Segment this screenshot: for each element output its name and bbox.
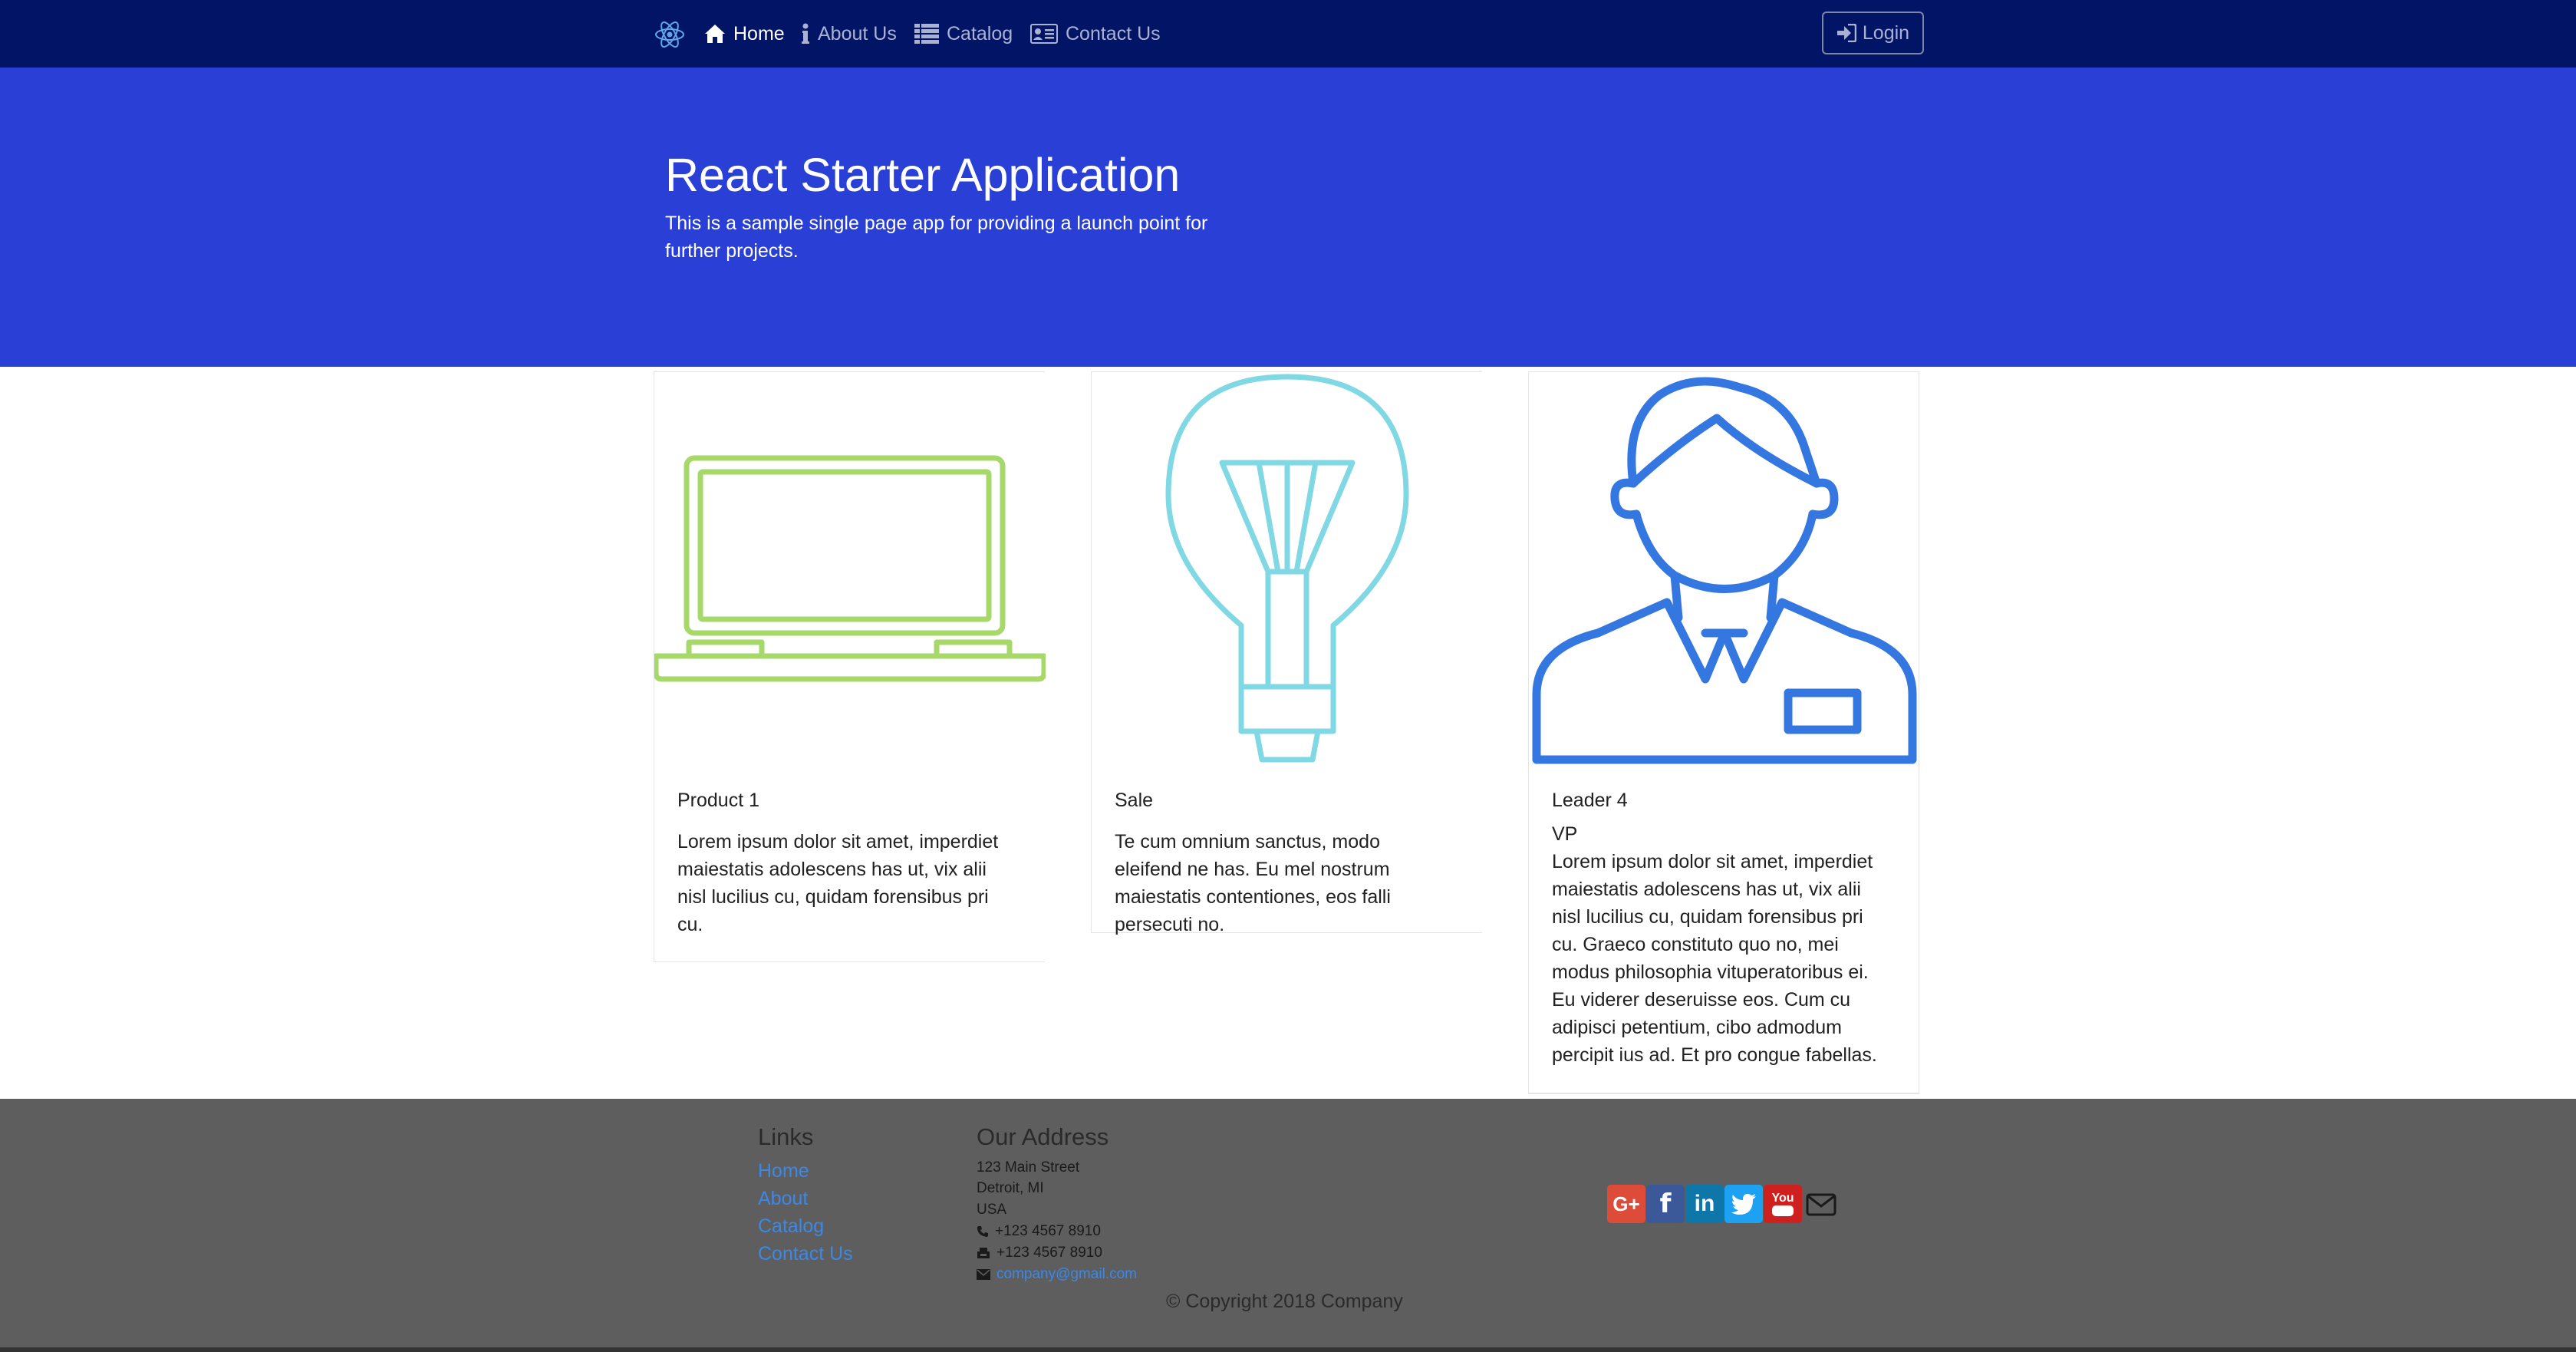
footer	[0, 1099, 2576, 1352]
card-text: Lorem ipsum dolor sit amet, imperdiet ma…	[677, 831, 999, 935]
login-button[interactable]: Login	[1822, 12, 1924, 54]
hero-banner: React Starter Application This is a samp…	[0, 68, 2576, 367]
nav-about-label: About Us	[818, 22, 897, 45]
card-leader: Leader 4 VP Lorem ipsum dolor sit amet, …	[1528, 371, 1919, 1094]
card-title: Sale	[1115, 790, 1154, 811]
nav-home-label: Home	[733, 22, 785, 45]
info-icon	[802, 23, 809, 44]
footer-link-catalog[interactable]: Catalog	[758, 1215, 824, 1238]
home-icon	[705, 25, 725, 43]
youtube-icon[interactable]: You	[1764, 1185, 1802, 1223]
card-sale: Sale Te cum omnium sanctus, modo eleifen…	[1091, 371, 1482, 935]
address-fax: +123 4567 8910	[977, 1245, 1102, 1261]
navbar: Home About Us Catalog Contact Us Login	[0, 0, 2576, 69]
footer-link-contact[interactable]: Contact Us	[758, 1243, 853, 1265]
address-city: Detroit, MI	[977, 1180, 1044, 1196]
envelope-icon	[977, 1269, 990, 1280]
youtube-tube-icon	[1772, 1205, 1794, 1216]
laptop-icon	[654, 455, 1046, 682]
hero-subtitle: This is a sample single page app for pro…	[665, 213, 1208, 262]
nav-contact[interactable]: Contact Us	[1030, 0, 1161, 68]
nav-home[interactable]: Home	[704, 0, 785, 68]
footer-links-heading: Links	[758, 1123, 814, 1150]
address-phone: +123 4567 8910	[977, 1223, 1101, 1240]
sign-in-icon	[1836, 24, 1856, 42]
hero-title: React Starter Application	[665, 149, 1181, 201]
google-plus-icon[interactable]: G+	[1607, 1185, 1645, 1223]
nav-about[interactable]: About Us	[801, 0, 897, 68]
card-title: Leader 4	[1552, 790, 1628, 811]
twitter-icon[interactable]	[1724, 1185, 1763, 1223]
nav-contact-label: Contact Us	[1066, 22, 1161, 45]
footer-link-home[interactable]: Home	[758, 1160, 809, 1182]
fax-icon	[977, 1248, 990, 1258]
footer-address-heading: Our Address	[977, 1123, 1109, 1150]
address-card-icon	[1030, 24, 1058, 44]
footer-link-about[interactable]: About	[758, 1188, 808, 1210]
copyright-text: © Copyright 2018 Company	[1166, 1291, 1403, 1312]
phone-icon	[977, 1226, 988, 1237]
address-country: USA	[977, 1202, 1007, 1218]
login-label: Login	[1862, 21, 1910, 44]
address-street: 123 Main Street	[977, 1159, 1080, 1176]
nav-catalog-label: Catalog	[947, 22, 1013, 45]
list-icon	[914, 24, 939, 44]
card-title: Product 1	[677, 790, 760, 811]
person-icon	[1532, 377, 1917, 764]
card-text: Lorem ipsum dolor sit amet, imperdiet ma…	[1552, 851, 1877, 1066]
twitter-bird-icon	[1731, 1194, 1756, 1215]
card-subtitle: VP	[1552, 823, 1578, 845]
bottom-edge	[0, 1347, 2576, 1352]
react-logo-icon[interactable]	[654, 18, 686, 51]
facebook-icon[interactable]: f	[1646, 1185, 1685, 1223]
mail-icon[interactable]	[1806, 1193, 1836, 1216]
card-product: Product 1 Lorem ipsum dolor sit amet, im…	[654, 371, 1046, 962]
card-text: Te cum omnium sanctus, modo eleifend ne …	[1115, 831, 1391, 935]
lightbulb-icon	[1165, 374, 1409, 763]
nav-catalog[interactable]: Catalog	[914, 0, 1013, 68]
linkedin-icon[interactable]: in	[1685, 1185, 1724, 1223]
address-email: company@gmail.com	[977, 1266, 1137, 1283]
email-link[interactable]: company@gmail.com	[996, 1266, 1137, 1283]
